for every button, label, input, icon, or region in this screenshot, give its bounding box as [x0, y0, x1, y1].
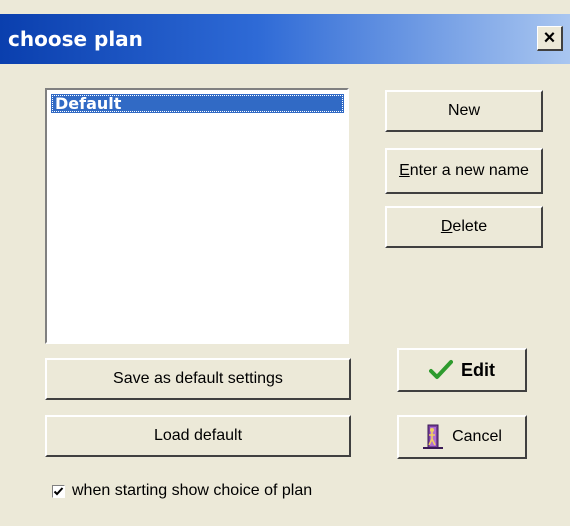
save-default-button-label: Save as default settings: [113, 370, 283, 387]
close-icon: ×: [543, 27, 556, 49]
checkmark-icon: [429, 359, 453, 381]
door-exit-icon: [422, 424, 444, 450]
cancel-button[interactable]: Cancel: [397, 415, 527, 459]
delete-button-label: Delete: [440, 218, 488, 235]
title-bar[interactable]: choose plan ×: [0, 14, 570, 64]
save-default-button[interactable]: Save as default settings: [45, 358, 351, 400]
choose-plan-dialog: choose plan × Default New Enter a new na…: [0, 0, 570, 526]
startup-checkbox-label: when starting show choice of plan: [72, 482, 313, 499]
checkmark-icon: [53, 486, 64, 497]
rename-button-label: Enter a new name: [399, 162, 529, 179]
startup-checkbox[interactable]: [52, 484, 65, 498]
delete-button[interactable]: Delete: [385, 206, 543, 248]
plan-list[interactable]: Default: [45, 88, 349, 344]
load-default-button-label: Load default: [153, 427, 243, 444]
rename-button[interactable]: Enter a new name: [385, 148, 543, 194]
new-button[interactable]: New: [385, 90, 543, 132]
edit-button[interactable]: Edit: [397, 348, 527, 392]
load-default-button[interactable]: Load default: [45, 415, 351, 457]
dialog-title: choose plan: [8, 27, 143, 51]
close-button[interactable]: ×: [537, 26, 563, 51]
edit-button-label: Edit: [461, 359, 495, 380]
startup-option[interactable]: when starting show choice of plan: [52, 482, 312, 500]
cancel-button-label: Cancel: [452, 428, 502, 445]
plan-list-item[interactable]: Default: [51, 94, 344, 113]
new-button-label: New: [447, 102, 480, 119]
